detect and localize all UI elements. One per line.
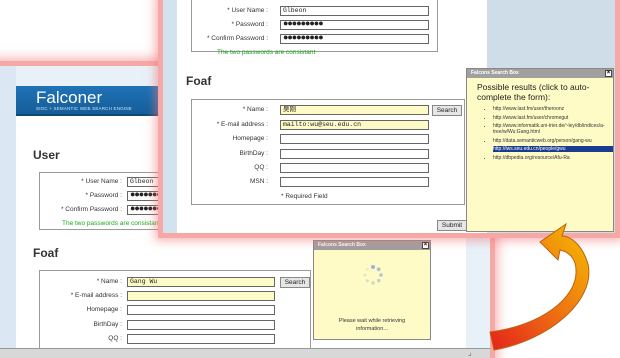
front-foaf-section-title: Foaf xyxy=(186,74,212,88)
loading-message: Please wait while retrieving information… xyxy=(314,317,430,333)
confirm-password-label: * Confirm Password : xyxy=(60,206,122,213)
front-birthday-label: BirthDay : xyxy=(239,150,268,157)
name-label: * Name : xyxy=(96,278,122,285)
loading-message-line1: Please wait while retrieving xyxy=(338,318,406,324)
front-msn-field[interactable] xyxy=(280,177,429,187)
loading-message-line2: information... xyxy=(356,326,388,332)
search-box-loading-popup: Falcons Search Box × Please wait while r… xyxy=(313,240,431,340)
results-list: http://www.last.fm/user/theroonz http://w… xyxy=(467,106,613,161)
front-password-field[interactable]: ●●●●●●●●● xyxy=(280,20,429,30)
front-search-button[interactable]: Search xyxy=(432,105,462,116)
email-label: * E-mail address : xyxy=(70,292,122,299)
front-password-consistent-msg: The two passwords are consistant xyxy=(217,49,316,56)
name-field[interactable]: Gang Wu xyxy=(127,277,275,287)
front-left-gutter xyxy=(163,0,177,233)
front-username-label: * User Name : xyxy=(227,7,268,14)
front-confirm-password-field[interactable]: ●●●●●●●●● xyxy=(280,34,429,44)
results-popup-title: Falcons Search Box xyxy=(471,70,519,76)
popup-titlebar: Falcons Search Box × xyxy=(314,241,430,250)
search-button[interactable]: Search xyxy=(280,277,310,288)
email-field[interactable] xyxy=(127,291,275,301)
result-link[interactable]: http://www.last.fm/user/chromegut xyxy=(493,115,613,121)
popup-title: Falcons Search Box xyxy=(318,242,366,248)
front-name-label: * Name : xyxy=(242,106,268,113)
front-password-label: * Password : xyxy=(231,21,269,28)
result-link[interactable]: http://www.informatik.uni-trier.de/~ley/… xyxy=(493,123,613,135)
foaf-section-title: Foaf xyxy=(33,246,59,260)
qq-field[interactable] xyxy=(127,334,275,344)
front-email-label: * E-mail address : xyxy=(216,121,268,128)
birthday-field[interactable] xyxy=(127,320,275,330)
homepage-label: Homepage : xyxy=(86,306,122,313)
front-name-field[interactable]: 吴刚 xyxy=(280,105,429,115)
loading-spinner-icon xyxy=(363,265,383,285)
user-section-title: User xyxy=(33,148,60,162)
front-confirm-password-label: * Confirm Password : xyxy=(206,35,268,42)
resize-grip-icon[interactable]: ⌟ xyxy=(468,348,478,358)
result-link[interactable]: http://data.semanticweb.org/person/gang-… xyxy=(493,138,613,144)
required-field-note: * Required Field xyxy=(281,193,328,200)
back-left-gutter xyxy=(0,66,16,348)
front-qq-field[interactable] xyxy=(280,163,429,173)
password-consistent-msg: The two passwords are consistant xyxy=(62,220,161,227)
search-box-results-popup: Falcons Search Box × Possible results (c… xyxy=(466,68,614,232)
front-homepage-field[interactable] xyxy=(280,134,429,144)
front-msn-label: MSN : xyxy=(249,178,268,185)
site-logo-title: Falconer xyxy=(36,88,103,107)
password-label: * Password : xyxy=(85,192,123,199)
front-qq-label: QQ : xyxy=(254,164,268,171)
submit-button[interactable]: Submit xyxy=(437,220,467,231)
results-heading: Possible results (click to auto-complete… xyxy=(477,82,590,102)
curved-arrow-icon xyxy=(489,222,590,351)
username-label: * User Name : xyxy=(81,178,122,185)
birthday-label: BirthDay : xyxy=(93,321,122,328)
close-icon[interactable]: × xyxy=(422,242,429,249)
front-email-field[interactable]: mailto:wu@seu.edu.cn xyxy=(280,120,429,130)
front-username-field[interactable]: Glbeon xyxy=(280,6,429,16)
result-link[interactable]: http://iws.seu.edu.cn/people/gwu xyxy=(493,146,613,152)
site-subtitle: SIOC + SEMANTIC WEB SEARCH ENGINE xyxy=(36,106,132,111)
results-popup-titlebar: Falcons Search Box × xyxy=(467,69,613,78)
qq-label: QQ : xyxy=(108,335,122,342)
result-link[interactable]: http://dbpedia.org/resource/Afu-Ra xyxy=(493,155,613,161)
front-homepage-label: Homepage : xyxy=(232,135,268,142)
back-status-bar xyxy=(0,348,490,358)
result-link[interactable]: http://www.last.fm/user/theroonz xyxy=(493,106,613,112)
homepage-field[interactable] xyxy=(127,305,275,315)
front-birthday-field[interactable] xyxy=(280,149,429,159)
results-close-icon[interactable]: × xyxy=(605,70,612,77)
